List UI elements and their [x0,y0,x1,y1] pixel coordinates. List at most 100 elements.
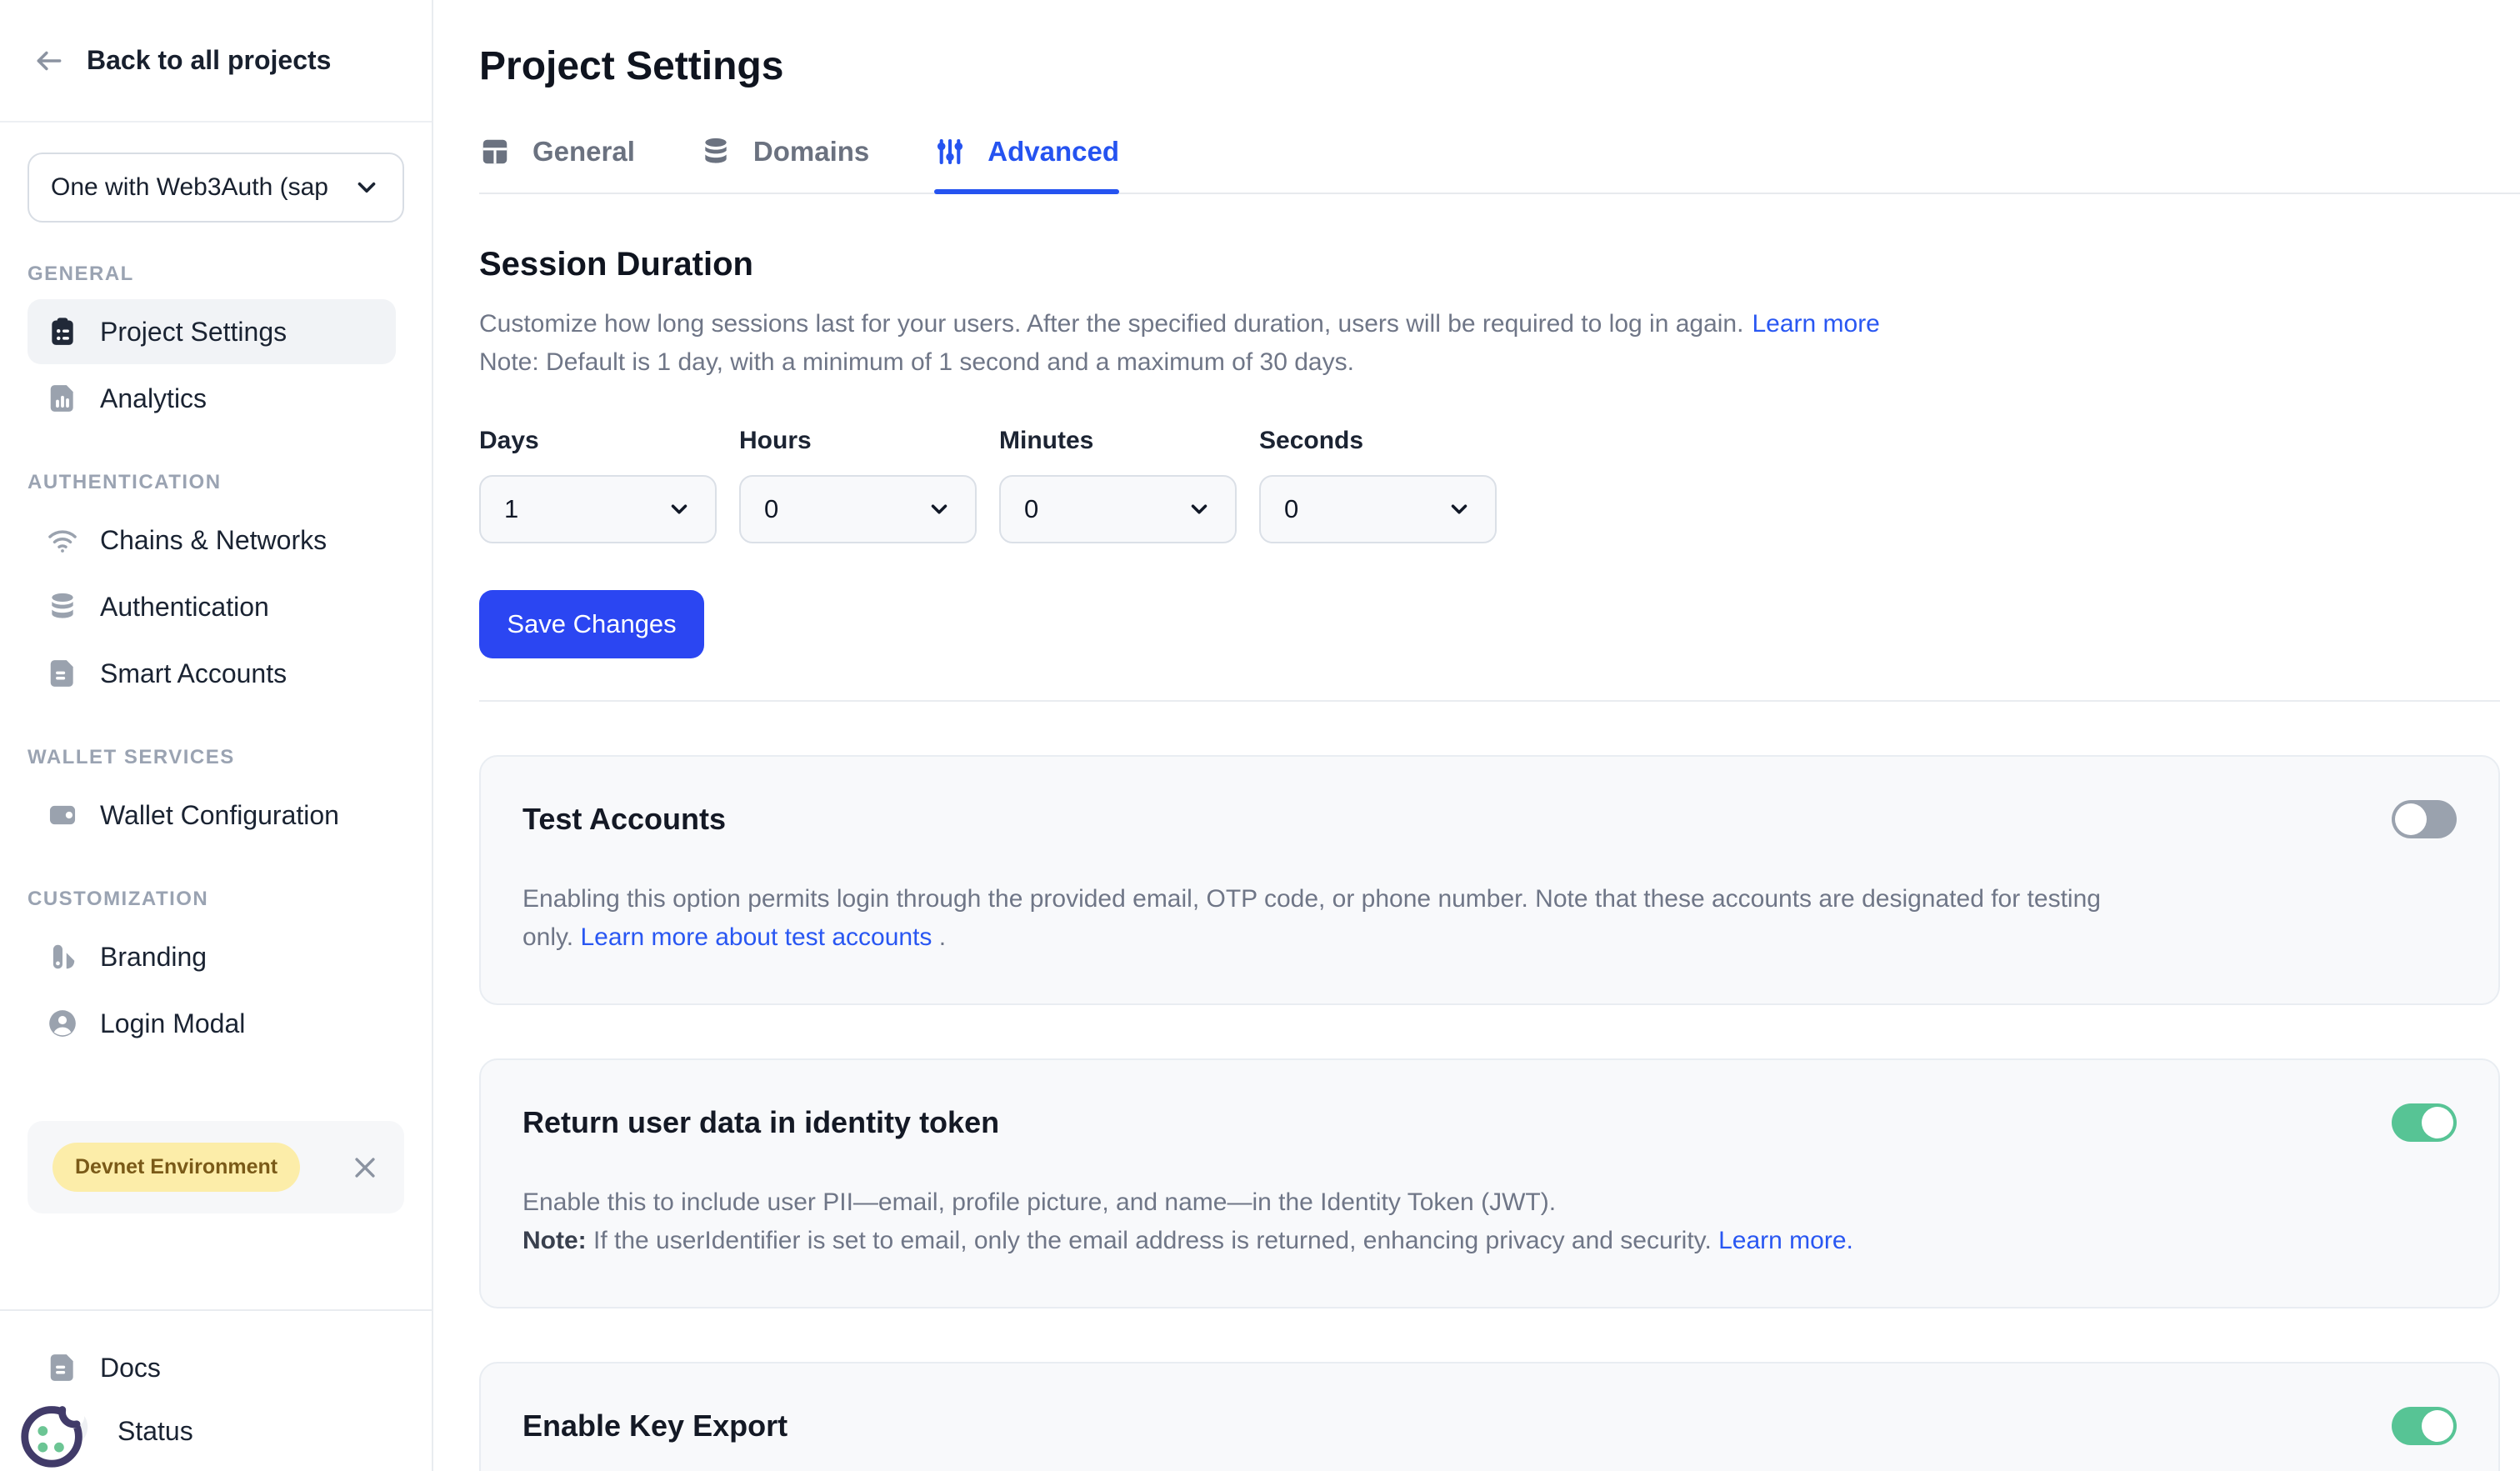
hours-select[interactable]: 0 [739,475,977,543]
chevron-down-icon [667,497,692,522]
chevron-down-icon [352,173,381,202]
key-export-toggle[interactable] [2392,1407,2457,1445]
database-icon [700,136,732,168]
field-label: Days [479,427,717,455]
sidebar-item-label: Analytics [100,383,207,414]
card-description-suffix: . [932,923,946,951]
sidebar-item-label: Wallet Configuration [100,800,339,831]
sidebar-item-wallet-configuration[interactable]: Wallet Configuration [28,783,396,848]
close-icon[interactable] [351,1153,379,1182]
learn-more-link[interactable]: Learn more [1752,310,1879,338]
field-days: Days 1 [479,427,717,543]
save-changes-button[interactable]: Save Changes [479,590,704,658]
document-icon [47,658,78,689]
identity-token-toggle[interactable] [2392,1103,2457,1142]
field-minutes: Minutes 0 [999,427,1237,543]
select-value: 1 [504,494,518,524]
field-label: Minutes [999,427,1237,455]
session-duration-section: Session Duration Customize how long sess… [479,246,2500,658]
card-title: Test Accounts [522,802,726,837]
wallet-icon [47,799,78,831]
main-content: Project Settings General Domains Advance… [433,0,2520,1471]
toggle-knob [2422,1107,2453,1138]
back-arrow-icon [33,45,65,77]
sidebar-item-authentication[interactable]: Authentication [28,574,396,639]
card-description: Enabling this option permits login throu… [522,885,2101,913]
back-label: Back to all projects [87,45,331,76]
section-label-customization: CUSTOMIZATION [28,888,432,911]
tab-general[interactable]: General [479,136,635,193]
sidebar-item-smart-accounts[interactable]: Smart Accounts [28,641,396,706]
section-label-general: GENERAL [28,263,432,286]
chevron-down-icon [927,497,952,522]
tab-advanced[interactable]: Advanced [934,136,1119,193]
sidebar-item-chains-networks[interactable]: Chains & Networks [28,508,396,573]
sidebar-item-status[interactable]: Status [28,1399,396,1463]
learn-more-test-accounts-link[interactable]: Learn more about test accounts [580,923,932,951]
card-description: Enable this to include user PII—email, p… [522,1188,1556,1216]
project-selector[interactable]: One with Web3Auth (sap [28,153,404,223]
analytics-icon [47,383,78,414]
sidebar-footer: Docs Status [0,1309,432,1471]
footer-item-label: Docs [100,1353,161,1383]
select-value: 0 [1024,494,1038,524]
card-title: Enable Key Export [522,1408,788,1443]
field-label: Hours [739,427,977,455]
sidebar-item-branding[interactable]: Branding [28,924,396,989]
clipboard-icon [47,316,78,348]
sidebar-item-analytics[interactable]: Analytics [28,366,396,431]
sidebar-item-docs[interactable]: Docs [28,1336,396,1399]
docs-icon [47,1352,78,1383]
session-note: Note: Default is 1 day, with a minimum o… [479,348,1354,376]
toggle-knob [2422,1410,2453,1442]
user-circle-icon [47,1008,78,1039]
tab-label: Advanced [988,136,1119,168]
tab-domains[interactable]: Domains [700,136,869,193]
sidebar-nav: GENERAL Project Settings Analytics AUTHE… [0,223,432,1058]
section-label-wallet-services: WALLET SERVICES [28,746,432,769]
minutes-select[interactable]: 0 [999,475,1237,543]
key-export-card: Enable Key Export Allow programmatic key… [479,1362,2500,1471]
tab-bar: General Domains Advanced [479,136,2520,194]
field-label: Seconds [1259,427,1497,455]
select-value: 0 [764,494,778,524]
sidebar-item-project-settings[interactable]: Project Settings [28,299,396,364]
card-title: Return user data in identity token [522,1105,999,1140]
select-value: 0 [1284,494,1298,524]
tab-label: General [532,136,635,168]
sidebar-item-login-modal[interactable]: Login Modal [28,991,396,1056]
project-selector-value: One with Web3Auth (sap [51,173,328,202]
learn-more-identity-link[interactable]: Learn more. [1718,1227,1853,1254]
branding-icon [47,941,78,973]
chevron-down-icon [1187,497,1212,522]
test-accounts-card: Test Accounts Enabling this option permi… [479,755,2500,1005]
card-description: only. [522,923,580,951]
environment-badge: Devnet Environment [52,1143,300,1192]
field-seconds: Seconds 0 [1259,427,1497,543]
cookie-icon[interactable] [16,1393,94,1471]
chevron-down-icon [1447,497,1472,522]
note-label: Note: [522,1227,587,1254]
sidebar-item-label: Smart Accounts [100,658,287,689]
section-title: Session Duration [479,246,2500,283]
sidebar: Back to all projects One with Web3Auth (… [0,0,433,1471]
sidebar-item-label: Project Settings [100,317,287,348]
app-root: Back to all projects One with Web3Auth (… [0,0,2520,1471]
sliders-icon [934,136,966,168]
tab-label: Domains [753,136,869,168]
toggle-knob [2395,803,2427,835]
seconds-select[interactable]: 0 [1259,475,1497,543]
section-label-authentication: AUTHENTICATION [28,471,432,494]
sidebar-item-label: Authentication [100,592,269,623]
page-title: Project Settings [479,43,2500,89]
days-select[interactable]: 1 [479,475,717,543]
table-icon [479,136,511,168]
environment-card: Devnet Environment [28,1121,404,1213]
back-to-projects-link[interactable]: Back to all projects [0,0,432,123]
session-description: Customize how long sessions last for you… [479,310,1743,338]
wifi-icon [47,524,78,556]
note-text: If the userIdentifier is set to email, o… [587,1227,1718,1254]
test-accounts-toggle[interactable] [2392,800,2457,838]
duration-fields: Days 1 Hours 0 Minutes 0 [479,427,2500,543]
sidebar-item-label: Chains & Networks [100,525,327,556]
